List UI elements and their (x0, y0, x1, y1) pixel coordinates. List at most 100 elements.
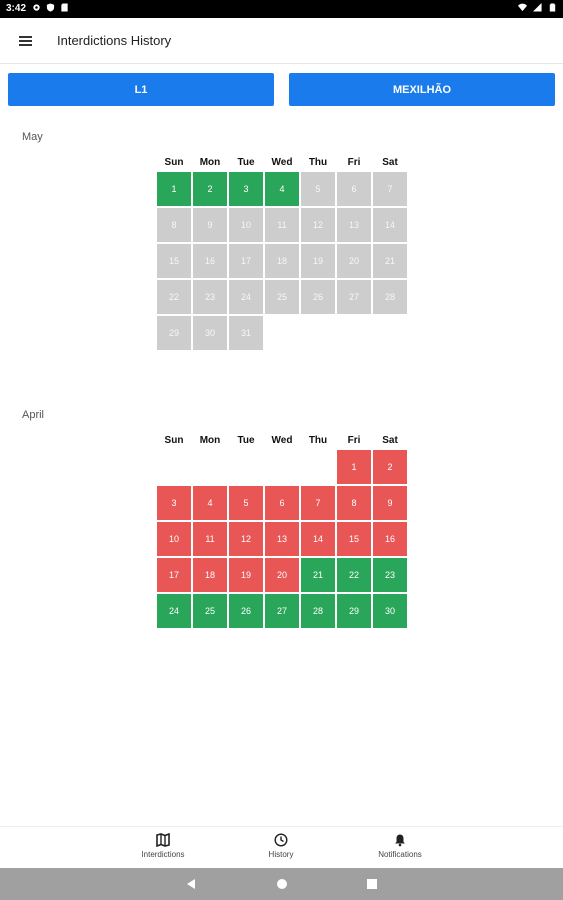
weekday-label: Sun (164, 435, 184, 446)
l1-button[interactable]: L1 (8, 73, 274, 106)
weekday-label: Fri (347, 157, 361, 168)
calendar-day-red[interactable]: 8 (336, 485, 372, 521)
nav-label-interdictions: Interdictions (141, 850, 185, 859)
menu-icon[interactable] (14, 30, 38, 52)
clock-icon (274, 833, 288, 847)
calendar-grid-april: 1 2 3 4 5 6 7 8 9 10 11 12 13 14 15 16 17 18 19 20 21 22 23 24 2… (156, 449, 408, 629)
calendar-day-gray[interactable]: 16 (192, 243, 228, 279)
calendar-day-gray[interactable]: 7 (372, 171, 408, 207)
calendar-day-gray[interactable]: 14 (372, 207, 408, 243)
weekday-label: Thu (308, 435, 328, 446)
mexilhao-button[interactable]: MEXILHÃO (289, 73, 555, 106)
calendar-day-gray[interactable]: 21 (372, 243, 408, 279)
calendar-day-green[interactable]: 27 (264, 593, 300, 629)
calendar-day-green[interactable]: 4 (264, 171, 300, 207)
calendar-day-green[interactable]: 23 (372, 557, 408, 593)
weekday-label: Fri (347, 435, 361, 446)
calendar-day-red[interactable]: 10 (156, 521, 192, 557)
weekday-label: Tue (237, 157, 255, 168)
nav-label-notifications: Notifications (378, 850, 422, 859)
calendar-day-gray[interactable]: 23 (192, 279, 228, 315)
status-notification-icons (32, 3, 69, 12)
calendar-day-green[interactable]: 26 (228, 593, 264, 629)
calendar-day-green[interactable]: 21 (300, 557, 336, 593)
calendar-day-green[interactable]: 3 (228, 171, 264, 207)
calendar-day-gray[interactable]: 25 (264, 279, 300, 315)
calendar-day-red[interactable]: 7 (300, 485, 336, 521)
bell-icon (395, 834, 405, 847)
weekday-header-april: Sun Mon Tue Wed Thu Fri Sat (156, 435, 408, 446)
calendar-day-gray[interactable]: 26 (300, 279, 336, 315)
calendar-day-gray[interactable]: 10 (228, 207, 264, 243)
weekday-label: Wed (271, 157, 293, 168)
calendar-day-gray[interactable]: 31 (228, 315, 264, 351)
settings-icon (33, 4, 40, 11)
calendar-empty-cell (228, 449, 264, 485)
calendar-day-green[interactable]: 1 (156, 171, 192, 207)
calendar-day-red[interactable]: 17 (156, 557, 192, 593)
calendar-day-red[interactable]: 11 (192, 521, 228, 557)
calendar-empty-cell (300, 449, 336, 485)
sd-card-icon (61, 3, 68, 12)
system-navigation-bar (0, 868, 563, 900)
calendar-day-red[interactable]: 5 (228, 485, 264, 521)
nav-interdictions[interactable]: Interdictions (118, 833, 208, 859)
calendar-day-red[interactable]: 6 (264, 485, 300, 521)
recent-apps-icon[interactable] (365, 877, 379, 891)
calendar-day-gray[interactable]: 8 (156, 207, 192, 243)
calendar-day-gray[interactable]: 17 (228, 243, 264, 279)
calendar-day-red[interactable]: 4 (192, 485, 228, 521)
calendar-day-red[interactable]: 15 (336, 521, 372, 557)
calendar-day-red[interactable]: 13 (264, 521, 300, 557)
bottom-navigation: Interdictions History Notifications (0, 826, 563, 868)
calendar-empty-cell (192, 449, 228, 485)
calendar-day-gray[interactable]: 18 (264, 243, 300, 279)
calendar-day-gray[interactable]: 27 (336, 279, 372, 315)
calendar-day-red[interactable]: 20 (264, 557, 300, 593)
calendar-day-green[interactable]: 24 (156, 593, 192, 629)
status-bar: 3:42 (0, 0, 563, 18)
calendar-day-gray[interactable]: 12 (300, 207, 336, 243)
nav-history[interactable]: History (236, 833, 326, 859)
nav-notifications[interactable]: Notifications (355, 833, 445, 859)
calendar-day-gray[interactable]: 11 (264, 207, 300, 243)
calendar-day-red[interactable]: 1 (336, 449, 372, 485)
battery-icon (549, 3, 556, 12)
calendar-day-red[interactable]: 16 (372, 521, 408, 557)
calendar-day-green[interactable]: 28 (300, 593, 336, 629)
calendar-day-gray[interactable]: 28 (372, 279, 408, 315)
calendar-day-gray[interactable]: 30 (192, 315, 228, 351)
calendar-day-gray[interactable]: 20 (336, 243, 372, 279)
calendar-day-gray[interactable]: 13 (336, 207, 372, 243)
calendar-day-red[interactable]: 18 (192, 557, 228, 593)
calendar-day-green[interactable]: 30 (372, 593, 408, 629)
calendar-day-red[interactable]: 14 (300, 521, 336, 557)
weekday-label: Thu (308, 157, 328, 168)
calendar-day-gray[interactable]: 6 (336, 171, 372, 207)
calendar-day-green[interactable]: 25 (192, 593, 228, 629)
calendar-day-green[interactable]: 22 (336, 557, 372, 593)
calendar-day-red[interactable]: 19 (228, 557, 264, 593)
calendar-day-gray[interactable]: 24 (228, 279, 264, 315)
calendar-empty-cell (156, 449, 192, 485)
home-icon[interactable] (275, 877, 289, 891)
calendar-day-gray[interactable]: 22 (156, 279, 192, 315)
calendar-day-red[interactable]: 2 (372, 449, 408, 485)
signal-icon (533, 3, 542, 12)
month-label-may: May (22, 131, 43, 143)
calendar-day-gray[interactable]: 19 (300, 243, 336, 279)
calendar-day-gray[interactable]: 29 (156, 315, 192, 351)
shield-icon (46, 3, 55, 12)
calendar-day-gray[interactable]: 5 (300, 171, 336, 207)
calendar-day-red[interactable]: 3 (156, 485, 192, 521)
calendar-day-green[interactable]: 29 (336, 593, 372, 629)
calendar-day-green[interactable]: 2 (192, 171, 228, 207)
weekday-label: Tue (237, 435, 255, 446)
status-system-icons (518, 3, 557, 12)
calendar-day-red[interactable]: 12 (228, 521, 264, 557)
calendar-day-red[interactable]: 9 (372, 485, 408, 521)
calendar-empty-cell (264, 449, 300, 485)
back-icon[interactable] (184, 877, 198, 891)
calendar-day-gray[interactable]: 15 (156, 243, 192, 279)
calendar-day-gray[interactable]: 9 (192, 207, 228, 243)
